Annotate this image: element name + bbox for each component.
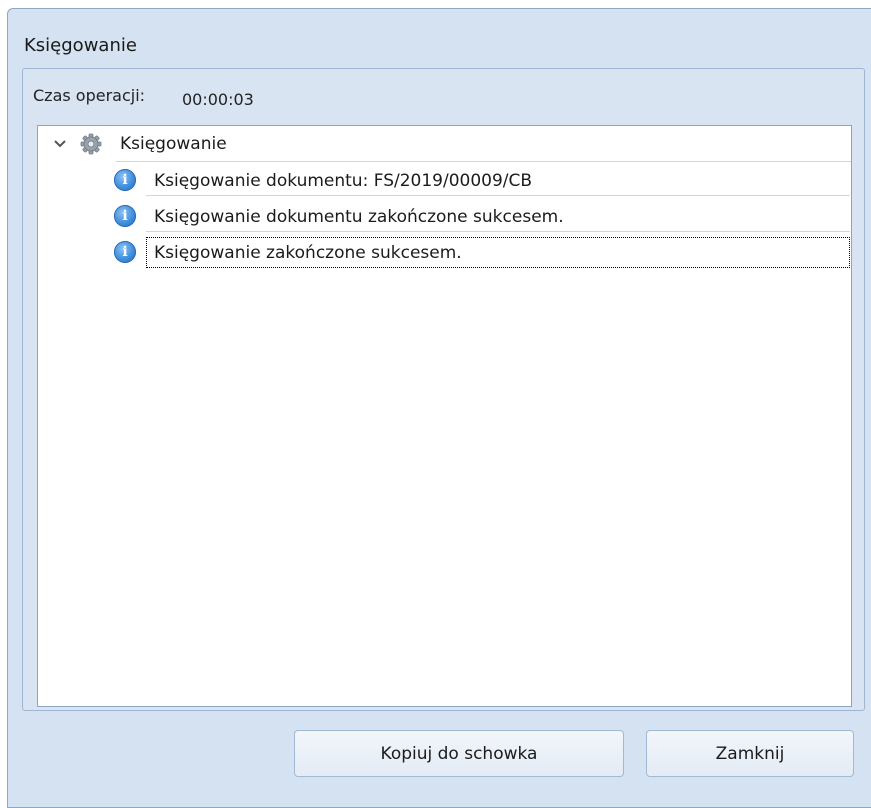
row-separator	[146, 231, 850, 232]
row-separator	[116, 161, 851, 162]
chevron-down-icon[interactable]	[53, 137, 67, 151]
copy-to-clipboard-button[interactable]: Kopiuj do schowka	[294, 730, 624, 777]
operation-time-label: Czas operacji:	[33, 86, 146, 105]
log-item[interactable]: i Księgowanie dokumentu zakończone sukce…	[114, 201, 850, 232]
tree-root-row[interactable]: Księgowanie	[38, 132, 851, 160]
tree-root-label: Księgowanie	[120, 134, 227, 154]
log-item-text: Księgowanie dokumentu: FS/2019/00009/CB	[154, 171, 533, 191]
dialog-title: Księgowanie	[24, 35, 137, 56]
row-separator	[146, 195, 850, 196]
info-icon: i	[114, 205, 136, 227]
operation-time-value: 00:00:03	[182, 90, 254, 109]
log-item-text: Księgowanie zakończone sukcesem.	[154, 243, 462, 263]
close-button[interactable]: Zamknij	[646, 730, 854, 777]
info-icon: i	[114, 169, 136, 191]
gear-icon	[80, 133, 102, 155]
log-item-selected[interactable]: i Księgowanie zakończone sukcesem.	[114, 237, 850, 268]
log-item-text: Księgowanie dokumentu zakończone sukcese…	[154, 207, 564, 227]
info-icon: i	[114, 241, 136, 263]
log-tree[interactable]: Księgowanie i Księgowanie dokumentu: FS/…	[37, 125, 852, 707]
log-item[interactable]: i Księgowanie dokumentu: FS/2019/00009/C…	[114, 165, 850, 196]
